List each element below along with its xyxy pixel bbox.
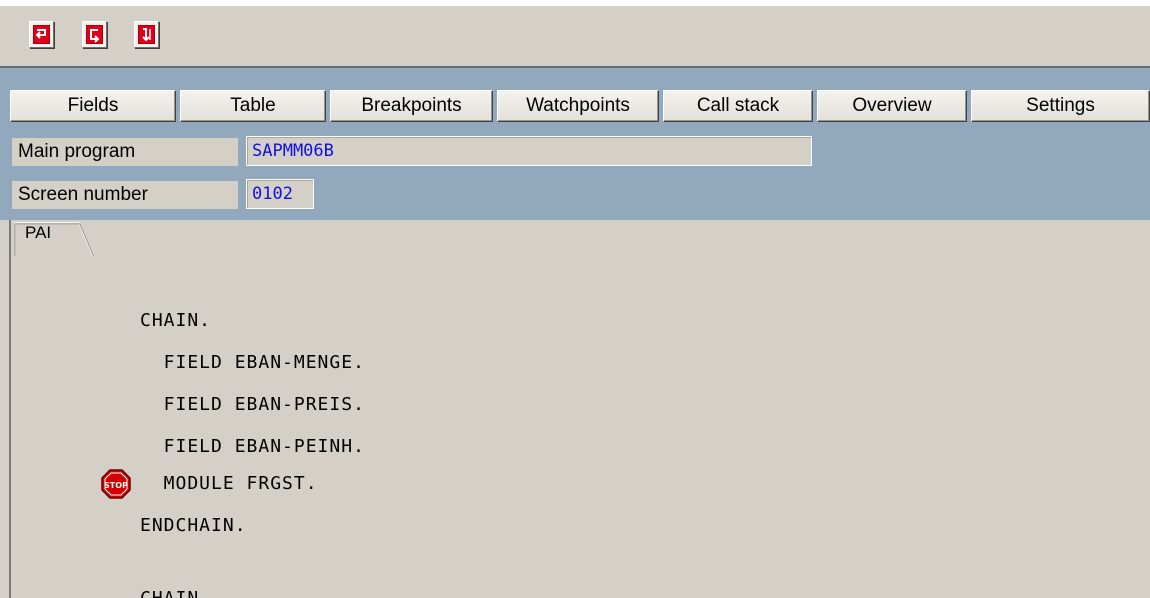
stop-sign-icon[interactable]: STOP [101, 469, 131, 499]
svg-text:STOP: STOP [104, 481, 128, 490]
code-line: ENDCHAIN. [140, 515, 247, 536]
tab-table[interactable]: Table [180, 90, 326, 122]
debugger-header: Fields Table Breakpoints Watchpoints Cal… [0, 68, 1150, 220]
screen-number-value[interactable]: 0102 [246, 179, 314, 209]
screen-number-label: Screen number [12, 181, 238, 209]
main-program-value[interactable]: SAPMM06B [246, 136, 812, 166]
code-line: FIELD EBAN-MENGE. [140, 352, 365, 373]
continue-loop-button[interactable] [82, 21, 107, 48]
code-line: CHAIN. [140, 588, 211, 598]
return-down-button[interactable] [134, 21, 159, 48]
tab-strip: Fields Table Breakpoints Watchpoints Cal… [10, 90, 1150, 122]
return-arrow-button[interactable] [29, 21, 54, 48]
tab-breakpoints[interactable]: Breakpoints [330, 90, 493, 122]
code-line: FIELD EBAN-PEINH. [140, 436, 365, 457]
main-program-label: Main program [12, 138, 238, 166]
code-line: FIELD EBAN-PREIS. [140, 394, 365, 415]
tab-settings[interactable]: Settings [971, 90, 1150, 122]
pai-tab-label: PAI [25, 223, 52, 242]
debugger-toolbar [0, 6, 1150, 68]
code-line: CHAIN. [140, 310, 212, 331]
tab-watchpoints[interactable]: Watchpoints [497, 90, 659, 122]
code-line: MODULE FRGST. [140, 473, 318, 494]
tab-call-stack[interactable]: Call stack [663, 90, 813, 122]
tab-fields[interactable]: Fields [10, 90, 176, 122]
tab-overview[interactable]: Overview [817, 90, 967, 122]
